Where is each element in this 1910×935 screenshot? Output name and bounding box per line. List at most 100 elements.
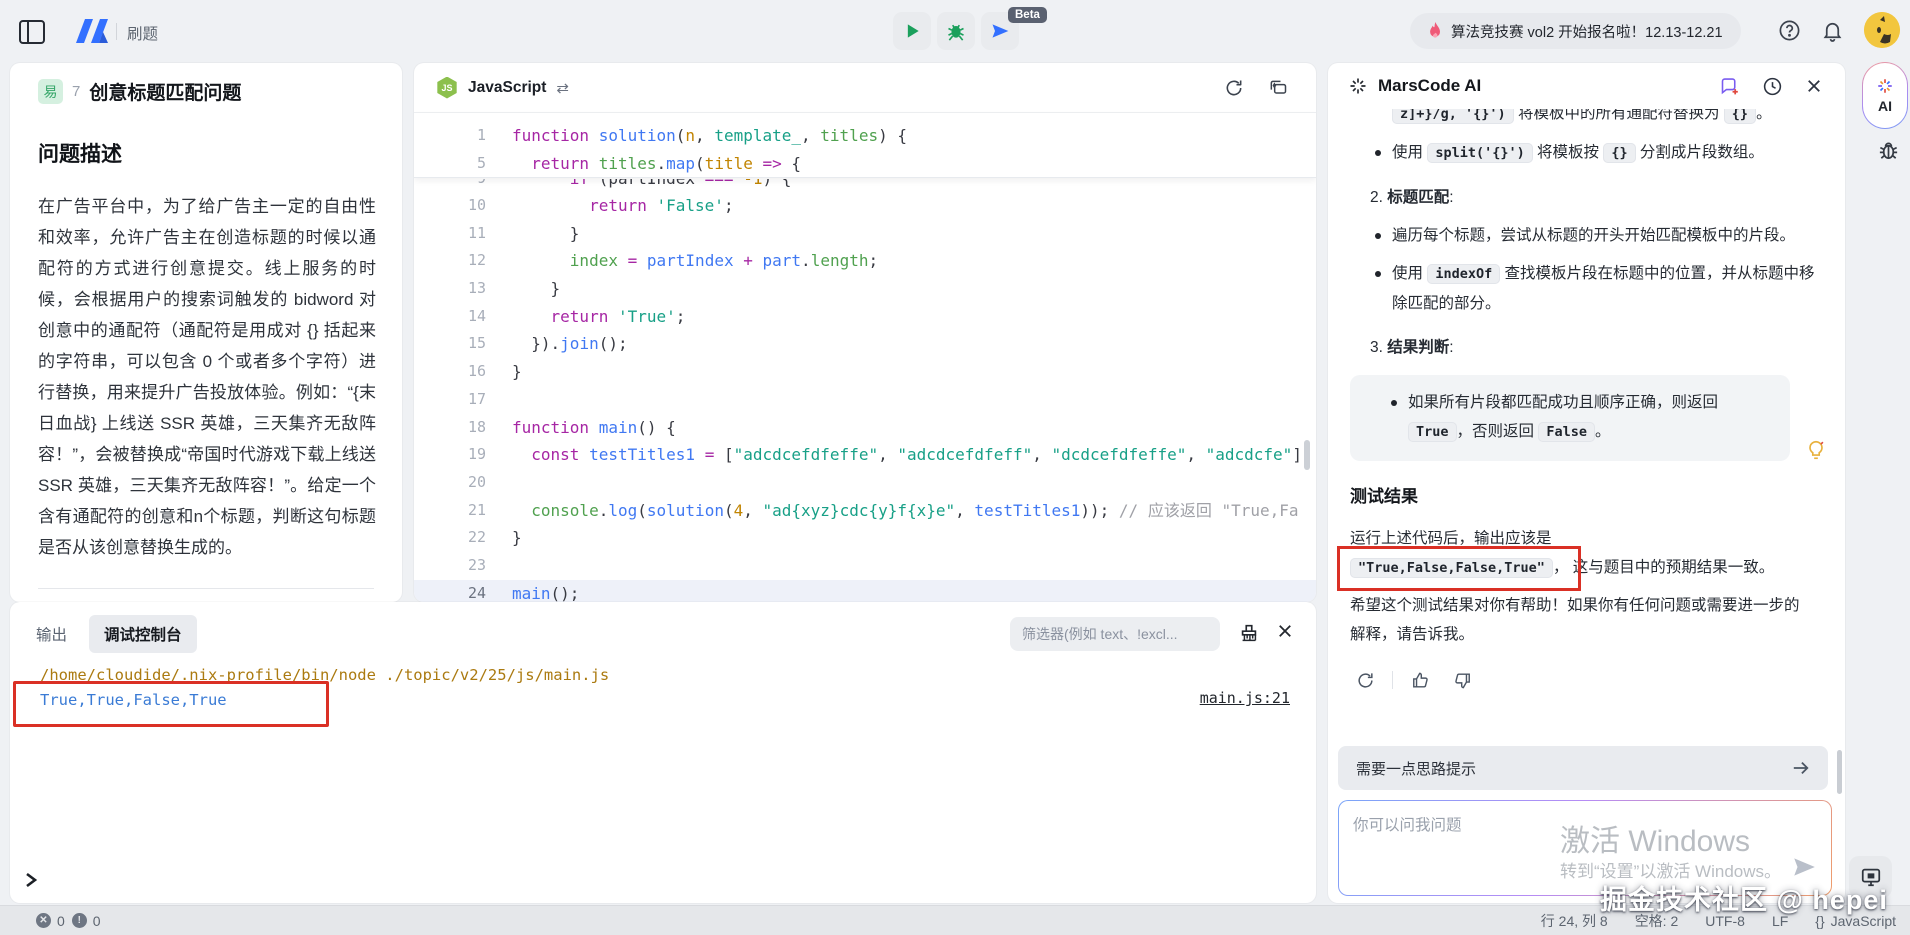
assistant-bullet: 使用 indexOf 查找模板片段在标题中的位置，并从标题中移除匹配的部分。 <box>1350 259 1823 318</box>
monitor-icon <box>1860 866 1882 888</box>
clear-console-icon[interactable] <box>1238 622 1260 649</box>
assistant-scrollbar[interactable] <box>1837 750 1842 794</box>
code-line-18[interactable]: 18function main() { <box>414 414 1316 442</box>
code-line-13[interactable]: 13 } <box>414 275 1316 303</box>
close-console-icon[interactable] <box>1276 622 1294 645</box>
topbar-divider <box>116 23 117 40</box>
line-number: 13 <box>414 275 512 303</box>
suggestion-chip[interactable]: 需要一点思路提示 <box>1338 746 1828 790</box>
code-line-20[interactable]: 20 <box>414 469 1316 497</box>
contest-notice-text: 算法竞技赛 vol2 开始报名啦！12.13-12.21 <box>1451 21 1723 42</box>
marscode-logo[interactable] <box>70 15 110 47</box>
code-area[interactable]: 9 if (partIndex === -1) {10 return 'Fals… <box>414 113 1316 602</box>
editor-scrollbar[interactable] <box>1304 440 1310 470</box>
warnings-indicator[interactable]: ! 0 <box>72 913 101 929</box>
assistant-bullet: 如果所有片段都匹配成功且顺序正确，则返回 True，否则返回 False。 <box>1366 388 1774 447</box>
code-text: function solution(n, template_, titles) … <box>512 122 907 150</box>
problem-header: 易 7 创意标题匹配问题 <box>38 78 374 105</box>
code-line-11[interactable]: 11 } <box>414 220 1316 248</box>
assistant-heading: 测试结果 <box>1350 482 1823 511</box>
description-heading: 问题描述 <box>38 138 374 168</box>
chat-input-box[interactable] <box>1338 800 1832 896</box>
code-line-15[interactable]: 15 }).join(); <box>414 330 1316 358</box>
code-line-9[interactable]: 9 if (partIndex === -1) { <box>414 179 1316 192</box>
line-number: 10 <box>414 192 512 220</box>
code-line-1[interactable]: 1function solution(n, template_, titles)… <box>414 122 1316 150</box>
code-chip: {} <box>1603 143 1635 163</box>
code-line-23[interactable]: 23 <box>414 552 1316 580</box>
code-text: } <box>512 275 560 303</box>
code-line-17[interactable]: 17 <box>414 386 1316 414</box>
code-text: function main() { <box>512 414 676 442</box>
tab-debug-console[interactable]: 调试控制台 <box>89 615 197 653</box>
fire-icon <box>1428 22 1443 40</box>
indentation-setting[interactable]: 空格: 2 <box>1635 911 1679 931</box>
assistant-paragraph: 希望这个测试结果对你有帮助！如果你有任何问题或需要进一步的解释，请告诉我。 <box>1350 591 1802 649</box>
assistant-header: MarsCode AI <box>1328 63 1845 109</box>
code-chip: {} <box>1724 109 1756 124</box>
reset-code-icon[interactable] <box>1224 78 1244 98</box>
ai-label: AI <box>1878 98 1892 114</box>
encoding-setting[interactable]: UTF-8 <box>1705 913 1745 929</box>
debug-button[interactable] <box>937 12 975 50</box>
annotation-red-box-chip: "True,False,False,True" <box>1350 553 1553 583</box>
close-assistant-icon[interactable] <box>1805 77 1823 95</box>
help-icon[interactable] <box>1778 19 1801 47</box>
javascript-file-icon: JS <box>436 77 458 99</box>
chat-input[interactable] <box>1351 811 1695 881</box>
filter-input[interactable] <box>1010 617 1220 651</box>
ai-sidebar-button[interactable]: AI <box>1862 62 1908 129</box>
lightbulb-icon[interactable] <box>1799 433 1833 467</box>
console-result-line[interactable]: True,True,False,True <box>40 691 227 709</box>
line-number: 9 <box>414 179 512 192</box>
avatar[interactable] <box>1864 12 1900 48</box>
code-line-19[interactable]: 19 const testTitles1 = ["adcdcefdfeffe",… <box>414 441 1316 469</box>
source-link[interactable]: main.js:21 <box>1200 689 1290 707</box>
console-header: 输出 调试控制台 <box>10 602 1316 666</box>
run-button[interactable] <box>893 12 931 50</box>
assistant-numbered-item: 3. 结果判断: <box>1350 333 1823 362</box>
assistant-callout: 如果所有片段都匹配成功且顺序正确，则返回 True，否则返回 False。 <box>1350 375 1790 461</box>
tab-output[interactable]: 输出 <box>36 623 67 645</box>
thumbs-down-button[interactable] <box>1447 665 1477 695</box>
new-chat-icon[interactable] <box>1719 76 1740 97</box>
code-editor-panel: JS JavaScript ⇄ 9 if (partIndex === -1) … <box>414 63 1316 602</box>
status-bar: ✕ 0 ! 0 行 24, 列 8 空格: 2 UTF-8 LF {} Java… <box>0 905 1910 935</box>
code-line-12[interactable]: 12 index = partIndex + part.length; <box>414 247 1316 275</box>
code-line-16[interactable]: 16} <box>414 358 1316 386</box>
assistant-panel: MarsCode AI z]+}/g, '{}') 将模板中的所有通配符替换为 … <box>1328 63 1845 903</box>
sidebar-toggle-icon[interactable] <box>19 20 45 44</box>
actions-divider <box>1392 671 1393 689</box>
contest-notice[interactable]: 算法竞技赛 vol2 开始报名啦！12.13-12.21 <box>1410 13 1741 49</box>
switch-language-icon[interactable]: ⇄ <box>556 79 569 97</box>
format-code-icon[interactable] <box>1268 78 1288 98</box>
sticky-code-lines: 1function solution(n, template_, titles)… <box>414 113 1316 178</box>
code-line-24[interactable]: 24main(); <box>414 580 1316 602</box>
code-line-22[interactable]: 22} <box>414 524 1316 552</box>
suggestion-label: 需要一点思路提示 <box>1356 758 1792 779</box>
console-command-line[interactable]: /home/cloudide/.nix-profile/bin/node ./t… <box>40 666 609 684</box>
code-line-21[interactable]: 21 console.log(solution(4, "ad{xyz}cdc{y… <box>414 497 1316 525</box>
sidebar-debug-icon[interactable] <box>1877 139 1900 167</box>
eol-setting[interactable]: LF <box>1772 913 1788 929</box>
console-prompt-chevron-icon[interactable] <box>24 872 38 893</box>
regenerate-button[interactable] <box>1350 665 1380 695</box>
thumbs-up-button[interactable] <box>1405 665 1435 695</box>
code-line-5[interactable]: 5 return titles.map(title => { <box>414 150 1316 178</box>
line-number: 24 <box>414 580 512 602</box>
errors-indicator[interactable]: ✕ 0 <box>36 913 65 929</box>
assistant-message: z]+}/g, '{}') 将模板中的所有通配符替换为 {}。使用 split(… <box>1328 109 1845 729</box>
history-icon[interactable] <box>1762 76 1783 97</box>
code-line-14[interactable]: 14 return 'True'; <box>414 303 1316 331</box>
code-line-10[interactable]: 10 return 'False'; <box>414 192 1316 220</box>
language-mode[interactable]: {} JavaScript <box>1815 913 1896 929</box>
line-number: 19 <box>414 441 512 469</box>
code-text: index = partIndex + part.length; <box>512 247 878 275</box>
line-number: 17 <box>414 386 512 414</box>
code-chip: True <box>1408 422 1457 442</box>
bell-icon[interactable] <box>1821 19 1844 47</box>
send-icon[interactable] <box>1791 854 1817 885</box>
editor-tab-javascript[interactable]: JavaScript <box>468 79 546 97</box>
screen-share-button[interactable] <box>1849 856 1892 898</box>
cursor-position[interactable]: 行 24, 列 8 <box>1541 911 1608 931</box>
